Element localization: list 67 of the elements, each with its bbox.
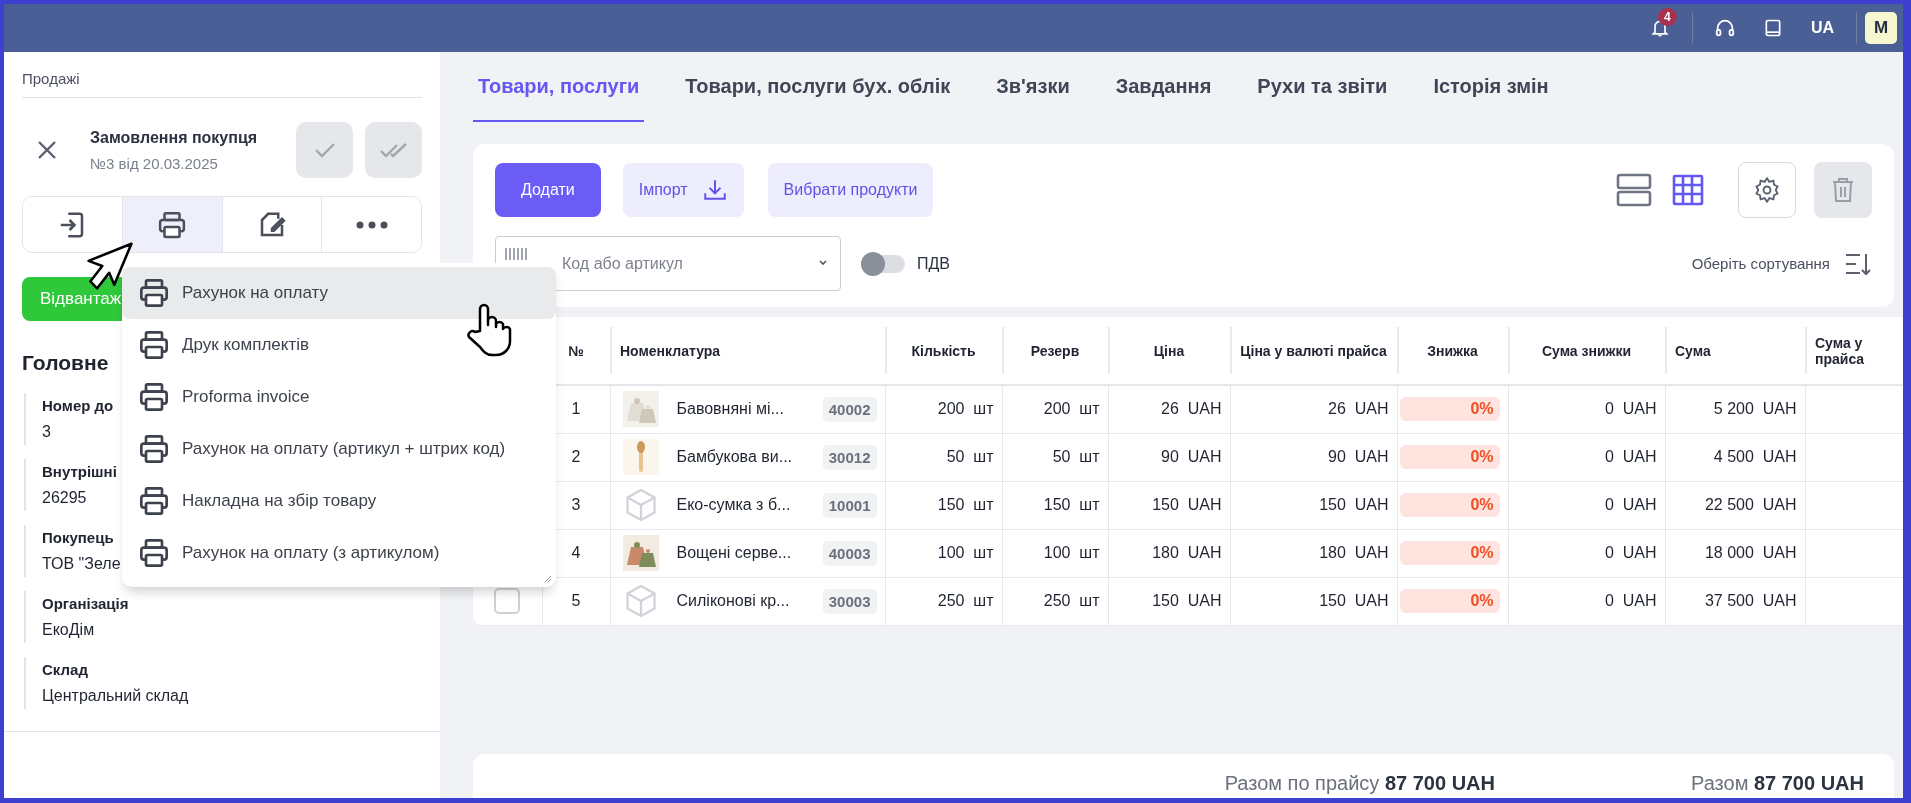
amount-text: 200 шт — [1042, 400, 1100, 419]
column-header: Сума — [1665, 317, 1805, 385]
total-text: Разом 87 700 UAH — [1691, 771, 1864, 795]
field-label: Склад — [42, 661, 88, 678]
field-value: 3 — [42, 423, 51, 441]
row-number: 2 — [570, 448, 582, 466]
amount-text: 5 200 UAH — [1712, 400, 1797, 419]
amount-text: 0 UAH — [1603, 592, 1657, 610]
amount-text: 0 UAH — [1603, 544, 1657, 562]
total-text: Разом по прайсу 87 700 UAH — [1224, 771, 1495, 795]
field-label: Організація — [42, 595, 129, 612]
row-number: 5 — [570, 592, 582, 610]
column-header: Сума знижки — [1508, 317, 1665, 385]
amount-text: 250 шт — [1042, 592, 1100, 610]
sort-label: Оберіть сортування — [1691, 255, 1830, 272]
product-code: 40002 — [822, 396, 877, 422]
document-subtitle: №3 від 20.03.2025 — [90, 154, 219, 172]
amount-text: 26 UAH — [1160, 400, 1222, 419]
amount-text: 180 UAH — [1151, 544, 1222, 562]
amount-text: 37 500 UAH — [1703, 592, 1797, 610]
field-value: ТОВ "Зеле — [42, 555, 121, 573]
amount-text: 200 шт — [936, 400, 994, 419]
product-code: 40003 — [822, 540, 877, 566]
section-title: Головне — [22, 351, 110, 375]
column-header: Ціна у валюті прайса — [1230, 317, 1397, 385]
amount-text: 22 500 UAH — [1703, 496, 1797, 514]
amount-text: 0 UAH — [1603, 448, 1657, 466]
column-header: Знижка — [1397, 317, 1508, 385]
amount-text: 4 500 UAH — [1712, 448, 1797, 466]
amount-text: 90 UAH — [1327, 448, 1389, 466]
amount-text: 26 UAH — [1327, 400, 1389, 419]
field-label: Внутрішні — [42, 463, 117, 480]
amount-text: 18 000 UAH — [1703, 544, 1797, 562]
row-number: 1 — [570, 400, 582, 419]
product-code: 30003 — [822, 588, 877, 614]
amount-text: 180 UAH — [1318, 544, 1389, 562]
row-number: 4 — [570, 544, 582, 562]
row-number: 3 — [570, 496, 582, 514]
product-code: 30012 — [822, 444, 877, 470]
field-value: ЕкоДім — [42, 621, 95, 639]
amount-text: 150 шт — [936, 496, 994, 514]
amount-text: 0 UAH — [1603, 400, 1657, 419]
field-label: Покупець — [42, 529, 114, 546]
amount-text: 150 UAH — [1318, 592, 1389, 610]
amount-text: 0 UAH — [1603, 496, 1657, 514]
amount-text: 50 шт — [1051, 448, 1100, 466]
field-value: Центральний склад — [42, 687, 189, 705]
column-header: Резерв — [1002, 317, 1108, 385]
amount-text: 150 UAH — [1151, 592, 1222, 610]
amount-text: 150 UAH — [1151, 496, 1222, 514]
column-header: Кількість — [885, 317, 1002, 385]
product-code: 10001 — [822, 492, 877, 518]
document-title: Замовлення покупця — [90, 128, 259, 147]
amount-text: 150 UAH — [1318, 496, 1389, 514]
amount-text: 250 шт — [936, 592, 994, 610]
amount-text: 90 UAH — [1160, 448, 1222, 466]
amount-text: 150 шт — [1042, 496, 1100, 514]
vat-label: ПДВ — [917, 254, 950, 273]
amount-text: 100 шт — [936, 544, 994, 562]
column-header: Сума у прайса — [1805, 317, 1903, 385]
field-value: 26295 — [42, 489, 87, 507]
field-label: Номер до — [42, 397, 114, 414]
amount-text: 100 шт — [1042, 544, 1100, 562]
notification-count: 4 — [1657, 8, 1677, 26]
column-header: Номенклатура — [610, 317, 885, 385]
amount-text: 50 шт — [945, 448, 994, 466]
column-header: Ціна — [1108, 317, 1230, 385]
